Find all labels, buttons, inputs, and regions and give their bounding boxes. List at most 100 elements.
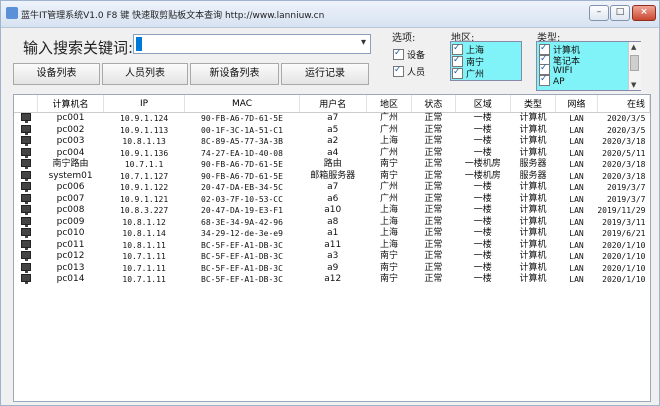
table-row[interactable]: pc003 10.8.1.13 8C-89-A5-77-3A-3B a2 上海 正常 一楼 计… — [14, 136, 650, 148]
table-cell: 上海 — [380, 239, 399, 250]
table-body: pc001 10.9.1.124 90-FB-A6-7D-61-5E a7 广州 正常 一楼… — [14, 113, 650, 286]
check-icon: ✓ — [540, 74, 548, 84]
person-list-button[interactable]: 人员列表 — [102, 63, 188, 85]
table-row[interactable]: pc011 10.8.1.11 BC-5F-EF-A1-DB-3C a11 上海 正常 一楼… — [14, 239, 650, 252]
region-guangzhou-checkbox[interactable]: ✓ 广州 — [452, 67, 484, 80]
table-row[interactable]: system01 10.7.1.127 90-FB-A6-7D-61-5E 邮箱服务器… — [14, 170, 650, 183]
table-cell: 2020/1/10 — [602, 252, 646, 262]
main-window: 蓝牛IT管理系统V1.0 F8 键 快速取剪贴板文本查询 http://www.… — [0, 0, 660, 406]
scroll-down-icon[interactable]: ▼ — [631, 81, 636, 89]
scroll-thumb[interactable] — [630, 55, 639, 71]
dropdown-arrow-icon[interactable]: ▾ — [361, 37, 366, 48]
table-cell: 2019/3/7 — [606, 194, 646, 204]
column-header[interactable]: 地区 — [366, 95, 413, 113]
table-cell: 8C-89-A5-77-3A-3B — [201, 137, 283, 147]
table-cell: 20-47-DA-EB-34-5C — [201, 183, 283, 193]
table-cell: 计算机 — [519, 113, 547, 124]
monitor-icon — [20, 228, 31, 239]
device-list-button[interactable]: 设备列表 — [13, 63, 100, 85]
option-person-checkbox[interactable]: ✓ 人员 — [393, 65, 425, 78]
options-label: 选项: — [392, 33, 416, 44]
table-row[interactable]: pc008 10.8.3.227 20-47-DA-19-E3-F1 a10 上海 正常 一… — [14, 205, 650, 217]
table-cell: 南宁 — [380, 159, 399, 170]
table-cell: 计算机 — [519, 251, 547, 262]
table-row[interactable]: pc001 10.9.1.124 90-FB-A6-7D-61-5E a7 广州 正常 一楼… — [14, 113, 650, 125]
table-cell: 10.9.1.113 — [120, 125, 169, 135]
table-cell: a6 — [327, 193, 339, 204]
table-cell: LAN — [569, 148, 584, 158]
table-cell: 2019/6/21 — [602, 229, 646, 239]
table-row[interactable]: pc002 10.9.1.113 00-1F-3C-1A-51-C1 a5 广州 正常 一楼… — [14, 124, 650, 137]
table-cell: 计算机 — [519, 205, 547, 216]
table-cell: 00-1F-3C-1A-51-C1 — [201, 125, 283, 135]
table-cell: pc011 — [56, 239, 85, 250]
minimize-button[interactable]: – — [589, 5, 609, 21]
table-cell: BC-5F-EF-A1-DB-3C — [201, 263, 283, 273]
table-cell: pc008 — [56, 205, 85, 216]
scroll-up-icon[interactable]: ▲ — [631, 43, 636, 51]
table-cell: 2019/3/7 — [606, 183, 646, 193]
table-row[interactable]: pc007 10.9.1.121 02-03-7F-10-53-CC a6 广州 正常 一楼… — [14, 193, 650, 206]
table-row[interactable]: pc009 10.8.1.12 68-3E-34-9A-42-96 a8 上海 正常 一楼 计… — [14, 216, 650, 229]
table-cell: LAN — [569, 229, 584, 239]
table-row[interactable]: pc010 10.8.1.14 34-29-12-de-3e-e9 a1 上海 正常 一楼 计… — [14, 228, 650, 240]
row-icon-cell — [14, 147, 38, 160]
table-cell: 广州 — [380, 193, 399, 204]
table-cell: 2019/3/11 — [602, 217, 646, 227]
table-row[interactable]: pc006 10.9.1.122 20-47-DA-EB-34-5C a7 广州 正常 一楼… — [14, 182, 650, 194]
search-label: 输入搜索关键词: — [23, 39, 134, 57]
row-icon-cell — [14, 216, 38, 229]
table-row[interactable]: pc013 10.7.1.11 BC-5F-EF-A1-DB-3C a9 南宁 正常 一楼 计… — [14, 262, 650, 275]
search-input[interactable]: ▾ — [133, 34, 371, 54]
new-device-list-button[interactable]: 新设备列表 — [190, 63, 279, 85]
type-list-scrollbar[interactable]: ▲ ▼ — [628, 42, 641, 90]
table-row[interactable]: 南宁路由 10.7.1.1 90-FB-A6-7D-61-5E 路由 南宁 正常 一楼机房 服… — [14, 159, 650, 171]
table-cell: LAN — [569, 171, 584, 181]
table-cell: a7 — [327, 113, 339, 124]
monitor-icon — [20, 216, 31, 227]
table-cell: pc012 — [56, 251, 85, 262]
table-cell: 广州 — [380, 113, 399, 124]
column-header[interactable]: 用户名 — [299, 95, 367, 113]
column-header[interactable]: 区域 — [455, 95, 511, 113]
table-row[interactable]: pc012 10.7.1.11 BC-5F-EF-A1-DB-3C a3 南宁 正常 一楼 计… — [14, 251, 650, 263]
type-ap-checkbox[interactable]: ✓ AP — [539, 74, 565, 87]
column-header[interactable]: 类型 — [510, 95, 557, 113]
table-row[interactable]: pc014 10.7.1.11 BC-5F-EF-A1-DB-3C a12 南宁 正常 一楼… — [14, 274, 650, 286]
table-cell: 一楼 — [473, 124, 492, 135]
maximize-button[interactable]: □ — [610, 5, 630, 21]
table-cell: a3 — [327, 251, 339, 262]
table-cell: pc002 — [56, 124, 85, 135]
close-button[interactable]: × — [632, 5, 656, 21]
monitor-icon — [20, 262, 31, 273]
table-cell: 2020/3/18 — [602, 160, 646, 170]
table-cell: 正常 — [424, 239, 443, 250]
column-header[interactable]: 状态 — [411, 95, 456, 113]
table-cell: pc009 — [56, 216, 85, 227]
table-cell: a7 — [327, 182, 339, 193]
option-device-checkbox[interactable]: ✓ 设备 — [393, 48, 425, 61]
table-cell: BC-5F-EF-A1-DB-3C — [201, 275, 283, 285]
row-icon-cell — [14, 193, 38, 206]
column-header[interactable]: 计算机名 — [37, 95, 104, 113]
run-log-button[interactable]: 运行记录 — [281, 63, 369, 85]
column-header[interactable]: 在线 — [597, 95, 650, 113]
table-row[interactable]: pc004 10.9.1.136 74-27-EA-1D-40-08 a4 广州 正常 一楼… — [14, 147, 650, 160]
table-cell: 计算机 — [519, 274, 547, 285]
table-cell: 10.9.1.122 — [120, 183, 169, 193]
table-cell: 10.7.1.11 — [122, 263, 166, 273]
table-cell: pc006 — [56, 182, 85, 193]
monitor-icon — [20, 113, 31, 124]
table-cell: 上海 — [380, 205, 399, 216]
table-cell: 一楼 — [473, 205, 492, 216]
device-table[interactable]: 计算机名 IP MAC 用户名 地区 状态 区域 类型 网络 在线 pc001 1… — [13, 94, 651, 402]
column-header[interactable]: IP — [103, 95, 186, 113]
table-cell: 路由 — [323, 159, 342, 170]
table-cell: 正常 — [424, 136, 443, 147]
table-cell: 计算机 — [519, 262, 547, 273]
table-cell: 74-27-EA-1D-40-08 — [201, 148, 283, 158]
table-cell: a9 — [327, 262, 339, 273]
column-header[interactable]: 网络 — [555, 95, 598, 113]
table-cell: 10.8.1.12 — [122, 217, 166, 227]
column-header[interactable]: MAC — [184, 95, 300, 113]
